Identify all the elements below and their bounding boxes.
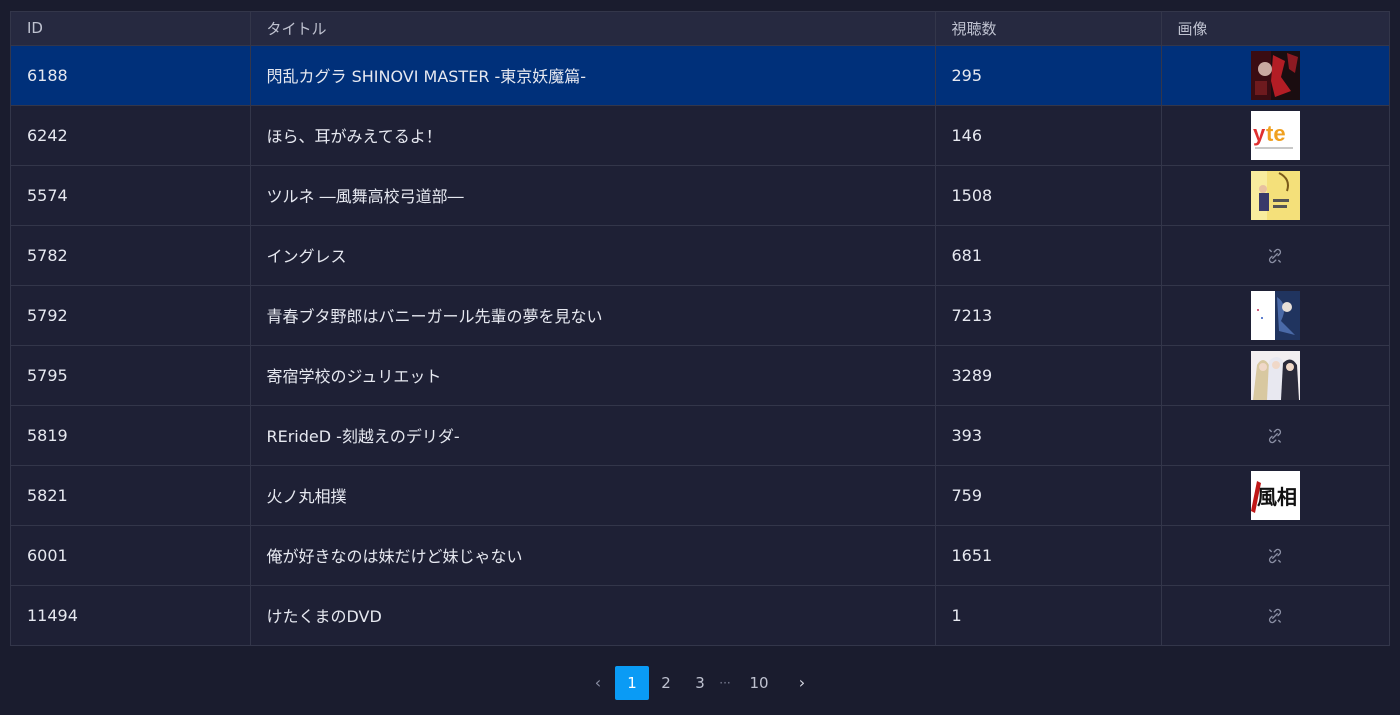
table-row[interactable]: 6001 俺が好きなのは妹だけど妹じゃない 1651 (11, 525, 1389, 586)
svg-text:y: y (1253, 121, 1266, 146)
svg-text:te: te (1266, 121, 1286, 146)
cell-id: 6242 (11, 105, 251, 166)
broken-image-icon (1269, 608, 1282, 624)
column-header-id[interactable]: ID (11, 12, 251, 46)
cell-image (1161, 405, 1389, 466)
page-button-1[interactable]: 1 (615, 666, 649, 700)
cell-image (1161, 585, 1389, 645)
table-row[interactable]: 6242 ほら、耳がみえてるよ！ 146 y te (11, 105, 1389, 166)
page-button-10[interactable]: 10 (733, 666, 785, 700)
table-row[interactable]: 5574 ツルネ ―風舞高校弓道部― 1508 (11, 165, 1389, 226)
cell-title: 寄宿学校のジュリエット (250, 345, 936, 406)
cell-title: 俺が好きなのは妹だけど妹じゃない (250, 525, 936, 586)
cell-id: 5795 (11, 345, 251, 406)
table-header-row: ID タイトル 視聴数 画像 (11, 12, 1389, 46)
table-body: 6188 閃乱カグラ SHINOVI MASTER -東京妖魔篇- 295 6242 ほ… (11, 45, 1389, 645)
cell-image: 風相 (1161, 465, 1389, 526)
cell-id: 5792 (11, 285, 251, 346)
page-button-2[interactable]: 2 (649, 666, 683, 700)
cell-id: 5819 (11, 405, 251, 466)
chevron-left-icon: ‹ (594, 673, 602, 692)
cell-title: ほら、耳がみえてるよ！ (250, 105, 936, 166)
table-row[interactable]: 5782 イングレス 681 (11, 225, 1389, 286)
thumbnail-image[interactable] (1250, 290, 1300, 340)
cell-title: RErideD -刻越えのデリダ- (250, 405, 936, 466)
cell-views: 681 (935, 225, 1162, 286)
table-row[interactable]: 5819 RErideD -刻越えのデリダ- 393 (11, 405, 1389, 466)
cell-title: けたくまのDVD (250, 585, 936, 645)
anime-table: ID タイトル 視聴数 画像 6188 閃乱カグラ SHINOVI MASTER … (11, 12, 1389, 645)
cell-views: 7213 (935, 285, 1162, 346)
broken-image-icon (1269, 548, 1282, 563)
cell-views: 1 (935, 585, 1162, 645)
cell-title: 火ノ丸相撲 (250, 465, 936, 526)
thumbnail-image[interactable] (1250, 350, 1300, 400)
cell-views: 146 (935, 105, 1162, 166)
thumbnail-image[interactable] (1250, 50, 1300, 100)
table-row[interactable]: 5821 火ノ丸相撲 759 風相 (11, 465, 1389, 526)
cell-views: 295 (935, 45, 1162, 106)
cell-image (1161, 285, 1389, 346)
cell-image (1161, 45, 1389, 106)
thumbnail-image[interactable] (1250, 170, 1300, 220)
pagination: ‹ 1 2 3 ··· 10 › (0, 666, 1400, 700)
cell-title: 青春ブタ野郎はバニーガール先輩の夢を見ない (250, 285, 936, 346)
cell-views: 1651 (935, 525, 1162, 586)
cell-title: ツルネ ―風舞高校弓道部― (250, 165, 936, 226)
svg-text:風相: 風相 (1257, 485, 1297, 509)
broken-image-icon (1269, 428, 1282, 443)
prev-page-button[interactable]: ‹ (581, 666, 615, 700)
table-row[interactable]: 11494 けたくまのDVD 1 (11, 585, 1389, 645)
column-header-title[interactable]: タイトル (250, 12, 936, 46)
cell-image (1161, 165, 1389, 226)
cell-views: 3289 (935, 345, 1162, 406)
cell-views: 393 (935, 405, 1162, 466)
cell-title: イングレス (250, 225, 936, 286)
cell-title: 閃乱カグラ SHINOVI MASTER -東京妖魔篇- (250, 45, 936, 106)
broken-image-icon (1269, 248, 1282, 263)
chevron-right-icon: › (798, 673, 806, 692)
cell-id: 5574 (11, 165, 251, 226)
table-row[interactable]: 6188 閃乱カグラ SHINOVI MASTER -東京妖魔篇- 295 (11, 45, 1389, 106)
cell-id: 11494 (11, 585, 251, 645)
thumbnail-image[interactable]: y te (1250, 110, 1300, 160)
cell-id: 6001 (11, 525, 251, 586)
page-button-3[interactable]: 3 (683, 666, 717, 700)
cell-image (1161, 345, 1389, 406)
cell-views: 759 (935, 465, 1162, 526)
pagination-ellipsis[interactable]: ··· (717, 666, 733, 700)
next-page-button[interactable]: › (785, 666, 819, 700)
cell-image (1161, 225, 1389, 286)
cell-views: 1508 (935, 165, 1162, 226)
cell-id: 5821 (11, 465, 251, 526)
column-header-views[interactable]: 視聴数 (935, 12, 1162, 46)
thumbnail-image[interactable]: 風相 (1250, 470, 1300, 520)
table-row[interactable]: 5795 寄宿学校のジュリエット 3289 (11, 345, 1389, 406)
table-row[interactable]: 5792 青春ブタ野郎はバニーガール先輩の夢を見ない 7213 (11, 285, 1389, 346)
cell-image: y te (1161, 105, 1389, 166)
column-header-image[interactable]: 画像 (1161, 12, 1389, 46)
cell-id: 5782 (11, 225, 251, 286)
data-table-frame: ID タイトル 視聴数 画像 6188 閃乱カグラ SHINOVI MASTER … (10, 11, 1390, 646)
cell-id: 6188 (11, 45, 251, 106)
cell-image (1161, 525, 1389, 586)
